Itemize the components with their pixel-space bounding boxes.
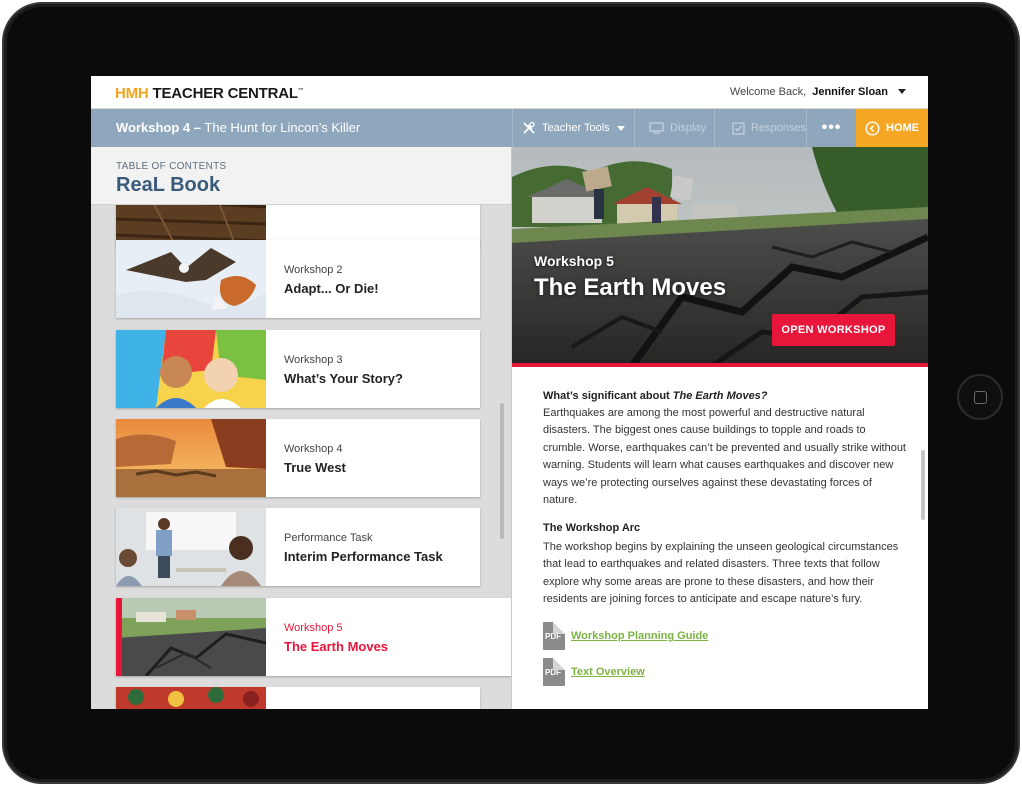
toc-card-workshop-4[interactable]: Workshop 4 True West [116,419,480,497]
pdf-icon: PDF [543,658,565,686]
toc-scrollbar[interactable] [500,403,504,539]
workshop-number: Workshop 4 – [116,120,202,135]
detail-scrollbar[interactable] [921,450,925,520]
card-title: The Earth Moves [284,639,389,654]
planning-guide-link[interactable]: Workshop Planning Guide [571,630,708,642]
card-subtitle: Workshop 5 [284,622,343,634]
logo-teacher-central-text: TEACHER CENTRAL [152,85,299,102]
welcome-user[interactable]: Welcome Back, Jennifer Sloan [730,86,888,98]
display-monitor-icon [649,122,664,134]
workshop-hero: Workshop 5 The Earth Moves OPEN WORKSHOP [512,147,928,366]
user-name: Jennifer Sloan [812,86,888,98]
display-label: Display [670,122,707,134]
card-title: What’s Your Story? [284,371,403,386]
teacher-tools-button[interactable]: Teacher Tools [512,109,634,147]
welcome-label: Welcome Back, [729,86,807,98]
card-subtitle: Workshop 3 [284,354,343,366]
hmh-logo[interactable]: HMH TEACHER CENTRAL™ [115,85,304,102]
workshop-arc-paragraph: The workshop begins by explaining the un… [543,541,899,606]
current-workshop-title: Workshop 4 – The Hunt for Lincon’s Kille… [116,120,360,135]
card-text: Workshop 3 What’s Your Story? [284,354,403,386]
card-text: Workshop 5 The Earth Moves [284,622,388,654]
workshop-name: The Hunt for Lincon’s Killer [204,120,361,135]
document-link-planning-guide[interactable]: PDF Workshop Planning Guide [543,622,708,650]
thumbnail-classroom [116,508,266,586]
card-title: Adapt... Or Die! [284,281,379,296]
thumbnail-earthquake-road [116,598,266,676]
display-button[interactable]: Display [634,109,714,147]
card-title: Interim Performance Task [284,549,443,564]
card-subtitle: Performance Task [284,532,373,544]
card-subtitle: Workshop 2 [284,264,343,276]
table-of-contents-panel: TABLE OF CONTENTS ReaL Book Workshop 2 A… [91,147,512,709]
active-indicator [116,598,122,676]
home-label: HOME [886,122,919,134]
significance-heading: What’s significant about The Earth Moves… [543,390,768,402]
card-subtitle: Workshop 4 [284,443,343,455]
pdf-icon: PDF [543,622,565,650]
card-text: Performance Task Interim Performance Tas… [284,532,443,564]
significance-heading-title: The Earth Moves? [672,390,768,402]
responses-label: Responses [750,122,806,134]
toc-header: TABLE OF CONTENTS ReaL Book [91,147,511,205]
user-menu-chevron-down-icon[interactable] [898,89,906,94]
teacher-tools-label: Teacher Tools [542,122,610,134]
document-link-text-overview[interactable]: PDF Text Overview [543,658,645,686]
thumbnail-crowd [116,687,266,709]
book-title: ReaL Book [116,174,221,196]
pdf-icon-label: PDF [545,668,561,677]
more-options-button[interactable]: ••• [806,109,856,147]
toc-label: TABLE OF CONTENTS [116,161,227,172]
toc-card-workshop-3[interactable]: Workshop 3 What’s Your Story? [116,330,480,408]
card-text: Workshop 2 Adapt... Or Die! [284,264,379,296]
thumbnail-kids-illustration [116,330,266,408]
toc-card-workshop-5-active[interactable]: Workshop 5 The Earth Moves [116,598,511,676]
thumbnail-eagle-fox [116,240,266,318]
more-dots-icon: ••• [821,119,842,136]
home-hardware-button[interactable] [957,374,1003,420]
hero-subtitle: Workshop 5 [534,253,614,269]
open-workshop-button[interactable]: OPEN WORKSHOP [772,314,895,346]
back-circle-icon [865,120,880,136]
workshop-toolbar: Workshop 4 – The Hunt for Lincon’s Kille… [91,109,928,147]
teacher-tools-chevron-down-icon [616,125,625,131]
hero-title: The Earth Moves [534,274,727,301]
thumbnail-western-painting [116,419,266,497]
top-header: HMH TEACHER CENTRAL™ Welcome Back, Jenni… [91,76,928,109]
responses-button[interactable]: Responses [714,109,806,147]
toc-card-workshop-2[interactable]: Workshop 2 Adapt... Or Die! [116,240,480,318]
workshop-detail: What’s significant about The Earth Moves… [512,367,928,709]
card-text: Workshop 4 True West [284,443,346,475]
responses-check-icon [732,121,745,135]
pdf-icon-label: PDF [545,632,561,641]
toc-card-performance-task[interactable]: Performance Task Interim Performance Tas… [116,508,480,586]
home-button[interactable]: HOME [856,109,928,147]
app-screen: HMH TEACHER CENTRAL™ Welcome Back, Jenni… [91,76,928,709]
significance-heading-prefix: What’s significant about [543,390,670,402]
logo-hmh-text: HMH [115,85,149,102]
home-square-icon [974,391,987,404]
text-overview-link[interactable]: Text Overview [571,666,645,678]
card-title: True West [284,460,346,475]
tools-icon [523,121,535,134]
significance-paragraph: Earthquakes are among the most powerful … [543,407,906,507]
toc-card-partial-bottom[interactable] [116,687,480,709]
workshop-arc-heading: The Workshop Arc [543,522,641,534]
